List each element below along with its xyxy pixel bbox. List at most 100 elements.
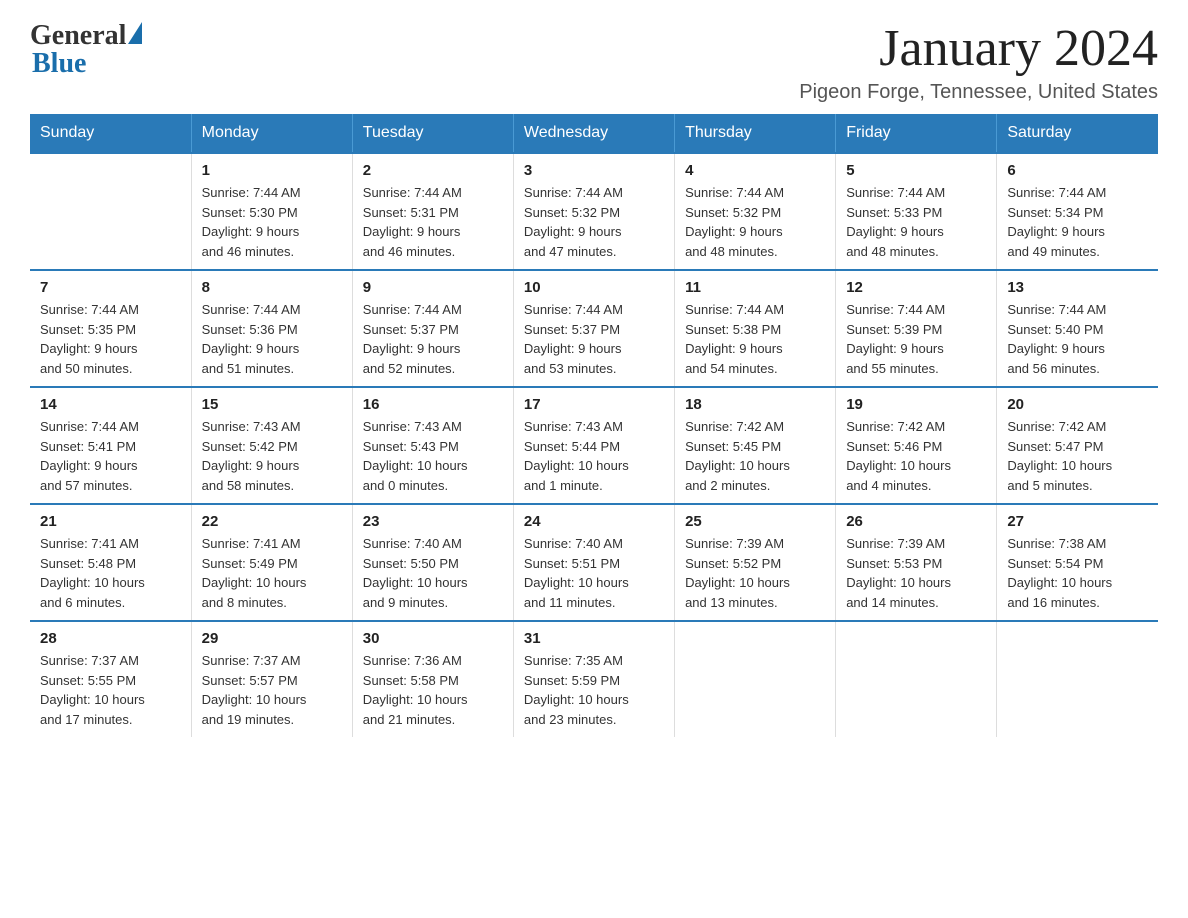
- calendar-cell: 1 Sunrise: 7:44 AM Sunset: 5:30 PM Daylig…: [191, 153, 352, 270]
- day-number: 22: [202, 513, 342, 530]
- day-info: Sunrise: 7:41 AM Sunset: 5:48 PM Dayligh…: [40, 534, 181, 612]
- day-info: Sunrise: 7:43 AM Sunset: 5:43 PM Dayligh…: [363, 417, 503, 495]
- calendar-cell: 17 Sunrise: 7:43 AM Sunset: 5:44 PM Dayli…: [513, 387, 674, 504]
- calendar-cell: 30 Sunrise: 7:36 AM Sunset: 5:58 PM Dayli…: [352, 621, 513, 737]
- day-number: 1: [202, 162, 342, 179]
- day-number: 21: [40, 513, 181, 530]
- day-number: 12: [846, 279, 986, 296]
- day-info: Sunrise: 7:44 AM Sunset: 5:35 PM Dayligh…: [40, 300, 181, 378]
- calendar-cell: 5 Sunrise: 7:44 AM Sunset: 5:33 PM Daylig…: [836, 153, 997, 270]
- day-number: 31: [524, 630, 664, 647]
- calendar-cell: [30, 153, 191, 270]
- day-number: 28: [40, 630, 181, 647]
- day-number: 10: [524, 279, 664, 296]
- calendar-cell: 20Sunrise: 7:42 AM Sunset: 5:47 PM Dayli…: [997, 387, 1158, 504]
- day-number: 14: [40, 396, 181, 413]
- day-number: 25: [685, 513, 825, 530]
- day-info: Sunrise: 7:44 AM Sunset: 5:32 PM Dayligh…: [685, 183, 825, 261]
- calendar-cell: 14Sunrise: 7:44 AM Sunset: 5:41 PM Dayli…: [30, 387, 191, 504]
- calendar-cell: 16 Sunrise: 7:43 AM Sunset: 5:43 PM Dayli…: [352, 387, 513, 504]
- weekday-header-friday: Friday: [836, 114, 997, 153]
- day-number: 18: [685, 396, 825, 413]
- day-number: 3: [524, 162, 664, 179]
- day-info: Sunrise: 7:43 AM Sunset: 5:44 PM Dayligh…: [524, 417, 664, 495]
- calendar-cell: 27 Sunrise: 7:38 AM Sunset: 5:54 PM Dayli…: [997, 504, 1158, 621]
- title-area: January 2024 Pigeon Forge, Tennessee, Un…: [799, 20, 1158, 104]
- calendar-cell: 22Sunrise: 7:41 AM Sunset: 5:49 PM Dayli…: [191, 504, 352, 621]
- day-info: Sunrise: 7:35 AM Sunset: 5:59 PM Dayligh…: [524, 651, 664, 729]
- weekday-header-thursday: Thursday: [675, 114, 836, 153]
- day-info: Sunrise: 7:40 AM Sunset: 5:50 PM Dayligh…: [363, 534, 503, 612]
- day-number: 7: [40, 279, 181, 296]
- day-number: 2: [363, 162, 503, 179]
- day-info: Sunrise: 7:44 AM Sunset: 5:31 PM Dayligh…: [363, 183, 503, 261]
- day-info: Sunrise: 7:44 AM Sunset: 5:37 PM Dayligh…: [363, 300, 503, 378]
- day-number: 16: [363, 396, 503, 413]
- calendar-cell: 21 Sunrise: 7:41 AM Sunset: 5:48 PM Dayli…: [30, 504, 191, 621]
- day-info: Sunrise: 7:39 AM Sunset: 5:52 PM Dayligh…: [685, 534, 825, 612]
- calendar-cell: 2 Sunrise: 7:44 AM Sunset: 5:31 PM Daylig…: [352, 153, 513, 270]
- day-number: 27: [1007, 513, 1148, 530]
- weekday-header-tuesday: Tuesday: [352, 114, 513, 153]
- weekday-header-sunday: Sunday: [30, 114, 191, 153]
- weekday-header-saturday: Saturday: [997, 114, 1158, 153]
- calendar-cell: 25 Sunrise: 7:39 AM Sunset: 5:52 PM Dayli…: [675, 504, 836, 621]
- calendar-cell: 9 Sunrise: 7:44 AM Sunset: 5:37 PM Daylig…: [352, 270, 513, 387]
- day-number: 9: [363, 279, 503, 296]
- calendar-cell: [997, 621, 1158, 737]
- calendar-cell: [675, 621, 836, 737]
- weekday-header-wednesday: Wednesday: [513, 114, 674, 153]
- day-info: Sunrise: 7:37 AM Sunset: 5:55 PM Dayligh…: [40, 651, 181, 729]
- calendar-cell: 13 Sunrise: 7:44 AM Sunset: 5:40 PM Dayli…: [997, 270, 1158, 387]
- day-number: 24: [524, 513, 664, 530]
- calendar-week-row: 1 Sunrise: 7:44 AM Sunset: 5:30 PM Daylig…: [30, 153, 1158, 270]
- day-info: Sunrise: 7:40 AM Sunset: 5:51 PM Dayligh…: [524, 534, 664, 612]
- calendar-cell: 18 Sunrise: 7:42 AM Sunset: 5:45 PM Dayli…: [675, 387, 836, 504]
- day-info: Sunrise: 7:44 AM Sunset: 5:37 PM Dayligh…: [524, 300, 664, 378]
- day-number: 23: [363, 513, 503, 530]
- calendar-cell: 6Sunrise: 7:44 AM Sunset: 5:34 PM Daylig…: [997, 153, 1158, 270]
- day-info: Sunrise: 7:44 AM Sunset: 5:40 PM Dayligh…: [1007, 300, 1148, 378]
- calendar-cell: 11 Sunrise: 7:44 AM Sunset: 5:38 PM Dayli…: [675, 270, 836, 387]
- day-info: Sunrise: 7:43 AM Sunset: 5:42 PM Dayligh…: [202, 417, 342, 495]
- day-number: 19: [846, 396, 986, 413]
- day-info: Sunrise: 7:42 AM Sunset: 5:45 PM Dayligh…: [685, 417, 825, 495]
- calendar-cell: 4 Sunrise: 7:44 AM Sunset: 5:32 PM Daylig…: [675, 153, 836, 270]
- calendar-header-row: SundayMondayTuesdayWednesdayThursdayFrid…: [30, 114, 1158, 153]
- logo-blue-text: Blue: [32, 48, 86, 80]
- day-number: 15: [202, 396, 342, 413]
- day-number: 26: [846, 513, 986, 530]
- day-info: Sunrise: 7:44 AM Sunset: 5:38 PM Dayligh…: [685, 300, 825, 378]
- calendar-cell: 29Sunrise: 7:37 AM Sunset: 5:57 PM Dayli…: [191, 621, 352, 737]
- day-number: 13: [1007, 279, 1148, 296]
- day-info: Sunrise: 7:39 AM Sunset: 5:53 PM Dayligh…: [846, 534, 986, 612]
- day-number: 30: [363, 630, 503, 647]
- calendar-cell: 7 Sunrise: 7:44 AM Sunset: 5:35 PM Daylig…: [30, 270, 191, 387]
- calendar-week-row: 14Sunrise: 7:44 AM Sunset: 5:41 PM Dayli…: [30, 387, 1158, 504]
- day-number: 17: [524, 396, 664, 413]
- day-number: 4: [685, 162, 825, 179]
- calendar-week-row: 21 Sunrise: 7:41 AM Sunset: 5:48 PM Dayli…: [30, 504, 1158, 621]
- calendar-cell: 12 Sunrise: 7:44 AM Sunset: 5:39 PM Dayli…: [836, 270, 997, 387]
- calendar-cell: 26 Sunrise: 7:39 AM Sunset: 5:53 PM Dayli…: [836, 504, 997, 621]
- day-info: Sunrise: 7:44 AM Sunset: 5:30 PM Dayligh…: [202, 183, 342, 261]
- day-info: Sunrise: 7:44 AM Sunset: 5:33 PM Dayligh…: [846, 183, 986, 261]
- calendar-cell: 31 Sunrise: 7:35 AM Sunset: 5:59 PM Dayli…: [513, 621, 674, 737]
- day-info: Sunrise: 7:44 AM Sunset: 5:36 PM Dayligh…: [202, 300, 342, 378]
- day-info: Sunrise: 7:36 AM Sunset: 5:58 PM Dayligh…: [363, 651, 503, 729]
- calendar-cell: 3 Sunrise: 7:44 AM Sunset: 5:32 PM Daylig…: [513, 153, 674, 270]
- day-number: 11: [685, 279, 825, 296]
- day-number: 5: [846, 162, 986, 179]
- day-info: Sunrise: 7:42 AM Sunset: 5:47 PM Dayligh…: [1007, 417, 1148, 495]
- calendar-week-row: 7 Sunrise: 7:44 AM Sunset: 5:35 PM Daylig…: [30, 270, 1158, 387]
- calendar-cell: [836, 621, 997, 737]
- day-number: 8: [202, 279, 342, 296]
- calendar-cell: 15 Sunrise: 7:43 AM Sunset: 5:42 PM Dayli…: [191, 387, 352, 504]
- calendar-cell: 24 Sunrise: 7:40 AM Sunset: 5:51 PM Dayli…: [513, 504, 674, 621]
- location-text: Pigeon Forge, Tennessee, United States: [799, 81, 1158, 104]
- calendar-week-row: 28 Sunrise: 7:37 AM Sunset: 5:55 PM Dayli…: [30, 621, 1158, 737]
- calendar-cell: 8 Sunrise: 7:44 AM Sunset: 5:36 PM Daylig…: [191, 270, 352, 387]
- day-info: Sunrise: 7:44 AM Sunset: 5:39 PM Dayligh…: [846, 300, 986, 378]
- day-info: Sunrise: 7:38 AM Sunset: 5:54 PM Dayligh…: [1007, 534, 1148, 612]
- day-info: Sunrise: 7:44 AM Sunset: 5:32 PM Dayligh…: [524, 183, 664, 261]
